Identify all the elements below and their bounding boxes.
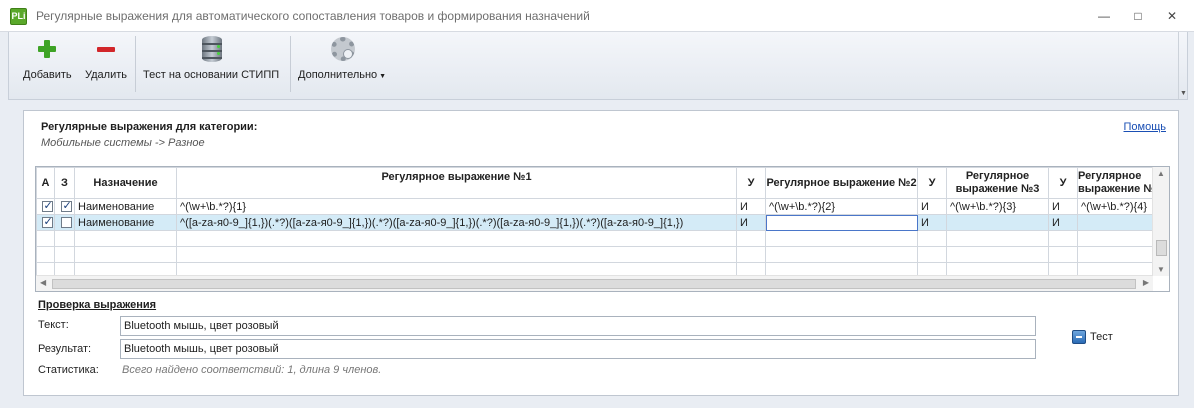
stats-label: Статистика: (38, 364, 99, 376)
cell-regex1[interactable]: ^([a-zа-я0-9_]{1,})(.*?)([a-zа-я0-9_]{1,… (176, 214, 737, 231)
category-title: Регулярные выражения для категории: (41, 121, 258, 133)
toolbar-separator (135, 36, 136, 92)
cell-u1[interactable]: И (736, 198, 766, 215)
minimize-button[interactable]: — (1092, 6, 1116, 26)
scroll-left-icon[interactable]: ◀ (40, 278, 46, 287)
main-panel: Регулярные выражения для категории: Моби… (23, 110, 1179, 396)
test-icon (1072, 330, 1086, 344)
cell-a[interactable] (36, 214, 55, 231)
checkbox-z[interactable] (60, 200, 72, 213)
cell-z[interactable] (54, 214, 75, 231)
cell-regex3[interactable] (946, 214, 1049, 231)
checkbox-a[interactable] (41, 216, 53, 229)
column-header-z[interactable]: З (54, 167, 75, 199)
column-header-regex1[interactable]: Регулярное выражение №1 (176, 167, 737, 199)
cell-z[interactable] (54, 198, 75, 215)
text-input[interactable]: Bluetooth мышь, цвет розовый (120, 316, 1036, 336)
more-button-label: Дополнительно (298, 69, 378, 81)
scroll-right-icon[interactable]: ▶ (1143, 278, 1149, 287)
minus-icon (93, 36, 119, 62)
database-icon (198, 36, 224, 62)
table-row-empty (36, 262, 1153, 276)
result-field[interactable]: Bluetooth мышь, цвет розовый (120, 339, 1036, 359)
cell-regex4[interactable] (1077, 214, 1153, 231)
chevron-down-icon: ▼ (1180, 90, 1187, 97)
checkbox-z[interactable] (60, 217, 72, 229)
column-header-a[interactable]: А (36, 167, 55, 199)
cell-regex2-editor[interactable] (765, 214, 918, 231)
cell-regex1[interactable]: ^(\w+\b.*?){1} (176, 198, 737, 215)
column-header-purpose[interactable]: Назначение (74, 167, 177, 199)
column-header-regex2[interactable]: Регулярное выражение №2 (765, 167, 918, 199)
cell-purpose[interactable]: Наименование (74, 198, 177, 215)
add-button[interactable]: Добавить (23, 36, 72, 81)
cell-u2[interactable]: И (917, 214, 947, 231)
gear-icon (329, 36, 356, 62)
cell-u3[interactable]: И (1048, 214, 1078, 231)
toolbar-scroll[interactable]: ▼ (1178, 32, 1187, 99)
help-link[interactable]: Помощь (1124, 121, 1167, 133)
table-row-empty (36, 230, 1153, 247)
text-label: Текст: (38, 319, 69, 331)
column-header-u3[interactable]: У (1048, 167, 1078, 199)
column-header-regex4[interactable]: Регулярное выражение №4 (1077, 167, 1153, 199)
cell-regex2[interactable]: ^(\w+\b.*?){2} (765, 198, 918, 215)
toolbar: Добавить Удалить Тест на основании СТИПП… (8, 32, 1188, 100)
column-header-regex3[interactable]: Регулярное выражение №3 (946, 167, 1049, 199)
cell-u1[interactable]: И (736, 214, 766, 231)
scroll-thumb[interactable] (52, 279, 1136, 289)
toolbar-separator (290, 36, 291, 92)
test-stipp-button-label: Тест на основании СТИПП (143, 69, 280, 81)
grid-vertical-scrollbar[interactable]: ▲ ▼ (1152, 167, 1169, 276)
cell-u2[interactable]: И (917, 198, 947, 215)
app-logo-icon: PLi (10, 8, 27, 25)
column-header-u1[interactable]: У (736, 167, 766, 199)
grid-header-row: А З Назначение Регулярное выражение №1 У… (36, 167, 1153, 199)
test-button[interactable]: Тест (1072, 330, 1113, 348)
cell-regex3[interactable]: ^(\w+\b.*?){3} (946, 198, 1049, 215)
result-label: Результат: (38, 343, 92, 355)
delete-button-label: Удалить (85, 69, 127, 81)
cell-regex4[interactable]: ^(\w+\b.*?){4} (1077, 198, 1153, 215)
add-button-label: Добавить (23, 69, 72, 81)
category-path: Мобильные системы -> Разное (41, 137, 205, 149)
scroll-down-icon[interactable]: ▼ (1157, 265, 1165, 274)
more-dropdown-button[interactable]: Дополнительно ▼ (298, 36, 386, 81)
scroll-up-icon[interactable]: ▲ (1157, 169, 1165, 178)
table-row-empty (36, 246, 1153, 263)
table-row-selected[interactable]: Наименование ^([a-zа-я0-9_]{1,})(.*?)([a… (36, 214, 1153, 231)
maximize-button[interactable]: □ (1126, 6, 1150, 26)
stats-value: Всего найдено соответствий: 1, длина 9 ч… (122, 364, 382, 376)
regex-grid: А З Назначение Регулярное выражение №1 У… (35, 166, 1170, 292)
chevron-down-icon: ▼ (377, 73, 387, 80)
delete-button[interactable]: Удалить (85, 36, 127, 81)
table-row[interactable]: Наименование ^(\w+\b.*?){1} И ^(\w+\b.*?… (36, 198, 1153, 215)
checkbox-a[interactable] (41, 200, 53, 213)
cell-a[interactable] (36, 198, 55, 215)
cell-u3[interactable]: И (1048, 198, 1078, 215)
column-header-u2[interactable]: У (917, 167, 947, 199)
window-title: Регулярные выражения для автоматического… (36, 9, 590, 23)
title-bar: PLi Регулярные выражения для автоматичес… (0, 0, 1194, 32)
cell-purpose[interactable]: Наименование (74, 214, 177, 231)
plus-icon (34, 36, 60, 62)
check-section-title: Проверка выражения (38, 299, 157, 311)
scroll-thumb[interactable] (1156, 240, 1167, 256)
test-stipp-button[interactable]: Тест на основании СТИПП (143, 36, 279, 81)
test-button-label: Тест (1090, 330, 1113, 343)
close-button[interactable]: ✕ (1160, 6, 1184, 26)
grid-horizontal-scrollbar[interactable]: ◀ ▶ (36, 275, 1153, 291)
